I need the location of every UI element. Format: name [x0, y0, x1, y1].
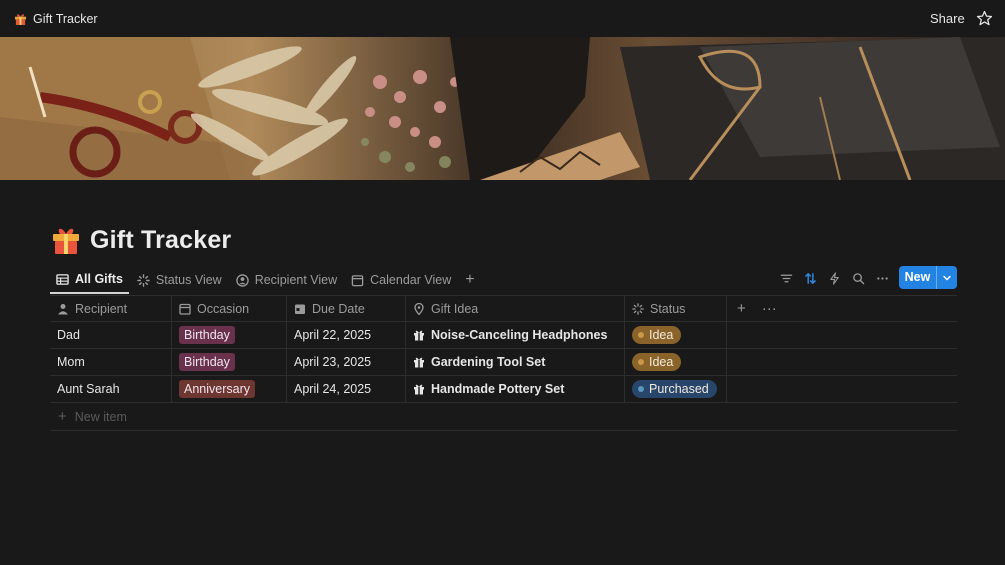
- column-header-occasion[interactable]: Occasion: [172, 296, 287, 321]
- due-date-cell[interactable]: April 22, 2025: [287, 322, 406, 348]
- new-dropdown-button[interactable]: [937, 273, 957, 283]
- column-label: Status: [650, 301, 686, 316]
- occasion-tag: Anniversary: [179, 380, 255, 398]
- empty-cell: [727, 322, 957, 348]
- tab-recipient-view[interactable]: Recipient View: [230, 266, 343, 294]
- gifts-table: Recipient Occasion Due Date Gift Idea St…: [50, 295, 957, 431]
- more-icon[interactable]: [876, 272, 889, 285]
- status-cell[interactable]: Purchased: [625, 376, 727, 402]
- recipient-cell[interactable]: Mom: [50, 349, 172, 375]
- view-toolbar: [780, 266, 889, 290]
- wrapped-gift-icon[interactable]: [51, 225, 81, 255]
- lightning-icon[interactable]: [828, 271, 841, 285]
- table-icon: [56, 273, 69, 285]
- status-badge: Idea: [632, 326, 682, 344]
- recipient-cell[interactable]: Aunt Sarah: [50, 376, 172, 402]
- calendar-icon: [179, 303, 191, 315]
- gift-idea-cell[interactable]: Handmade Pottery Set: [406, 376, 625, 402]
- tab-label: All Gifts: [75, 272, 123, 286]
- page-header: Gift Tracker: [51, 222, 231, 258]
- column-label: Recipient: [75, 301, 128, 316]
- loading-icon: [137, 273, 150, 287]
- status-badge: Purchased: [632, 380, 717, 398]
- page-title[interactable]: Gift Tracker: [90, 226, 231, 255]
- occasion-cell[interactable]: Birthday: [172, 349, 287, 375]
- new-item-button[interactable]: + New item: [50, 403, 957, 431]
- column-label: Due Date: [312, 301, 365, 316]
- chevron-down-icon: [943, 275, 951, 281]
- top-bar: Gift Tracker Share: [0, 0, 1005, 37]
- add-view-button[interactable]: +: [459, 271, 480, 289]
- gift-idea-label: Gardening Tool Set: [431, 355, 546, 369]
- view-tabs: All Gifts Status View Recipient View Cal…: [50, 266, 481, 294]
- status-cell[interactable]: Idea: [625, 322, 727, 348]
- gift-icon: [414, 357, 424, 368]
- gift-idea-cell[interactable]: Noise-Canceling Headphones: [406, 322, 625, 348]
- cover-illustration: [0, 37, 1005, 180]
- gift-idea-label: Noise-Canceling Headphones: [431, 328, 608, 342]
- due-date-cell[interactable]: April 24, 2025: [287, 376, 406, 402]
- due-date-cell[interactable]: April 23, 2025: [287, 349, 406, 375]
- tab-calendar-view[interactable]: Calendar View: [345, 266, 457, 294]
- new-button[interactable]: New: [899, 266, 957, 289]
- tab-status-view[interactable]: Status View: [131, 266, 228, 294]
- gift-icon: [414, 384, 424, 395]
- table-header-row: Recipient Occasion Due Date Gift Idea St…: [50, 295, 957, 322]
- column-header-status[interactable]: Status: [625, 296, 727, 321]
- tab-label: Recipient View: [254, 273, 338, 287]
- column-actions: + ···: [727, 296, 957, 321]
- breadcrumb[interactable]: Gift Tracker: [14, 0, 98, 37]
- search-icon[interactable]: [852, 272, 865, 285]
- status-dot: [638, 332, 644, 338]
- gift-icon: [14, 13, 27, 25]
- status-dot: [638, 359, 644, 365]
- occasion-cell[interactable]: Birthday: [172, 322, 287, 348]
- person-circle-icon: [235, 273, 249, 287]
- status-label: Purchased: [649, 382, 709, 396]
- column-label: Occasion: [197, 301, 250, 316]
- share-button[interactable]: Share: [930, 0, 965, 37]
- status-badge: Idea: [632, 353, 682, 371]
- occasion-tag: Birthday: [179, 353, 235, 371]
- breadcrumb-label: Gift Tracker: [33, 11, 98, 26]
- tab-all-gifts[interactable]: All Gifts: [50, 266, 129, 294]
- cover-image[interactable]: [0, 37, 1005, 180]
- new-item-label: New item: [74, 409, 127, 424]
- gift-icon: [414, 330, 424, 341]
- filter-icon[interactable]: [780, 272, 793, 285]
- loading-icon: [632, 302, 644, 315]
- location-pin-icon: [414, 302, 424, 315]
- table-row[interactable]: Aunt Sarah Anniversary April 24, 2025 Ha…: [50, 376, 957, 403]
- recipient-cell[interactable]: Dad: [50, 322, 172, 348]
- add-property-button[interactable]: +: [737, 300, 746, 317]
- table-row[interactable]: Dad Birthday April 22, 2025 Noise-Cancel…: [50, 322, 957, 349]
- table-row[interactable]: Mom Birthday April 23, 2025 Gardening To…: [50, 349, 957, 376]
- star-icon[interactable]: [976, 10, 993, 27]
- gift-idea-cell[interactable]: Gardening Tool Set: [406, 349, 625, 375]
- occasion-cell[interactable]: Anniversary: [172, 376, 287, 402]
- new-button-label[interactable]: New: [899, 266, 937, 289]
- person-icon: [58, 303, 68, 314]
- column-label: Gift Idea: [431, 301, 479, 316]
- occasion-tag: Birthday: [179, 326, 235, 344]
- tab-label: Calendar View: [370, 273, 452, 287]
- plus-icon: +: [58, 408, 67, 425]
- sort-icon[interactable]: [804, 272, 817, 285]
- column-header-gift-idea[interactable]: Gift Idea: [406, 296, 625, 321]
- status-label: Idea: [649, 328, 674, 342]
- calendar-day-icon: [295, 304, 305, 314]
- more-options-button[interactable]: ···: [762, 300, 777, 317]
- column-header-recipient[interactable]: Recipient: [50, 296, 172, 321]
- status-label: Idea: [649, 355, 674, 369]
- gift-idea-label: Handmade Pottery Set: [431, 382, 565, 396]
- empty-cell: [727, 376, 957, 402]
- calendar-icon: [351, 274, 364, 286]
- empty-cell: [727, 349, 957, 375]
- tab-label: Status View: [155, 273, 222, 287]
- status-dot: [638, 386, 644, 392]
- status-cell[interactable]: Idea: [625, 349, 727, 375]
- column-header-due-date[interactable]: Due Date: [287, 296, 406, 321]
